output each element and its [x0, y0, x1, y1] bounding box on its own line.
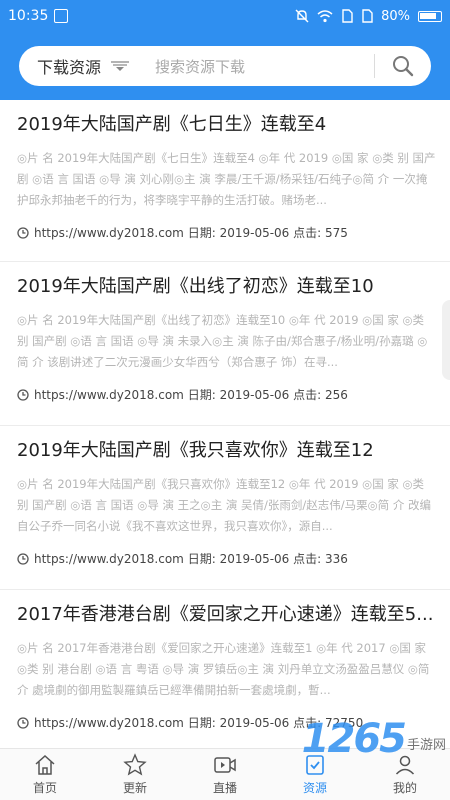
signal-icon — [362, 9, 373, 23]
tab-label: 资源 — [302, 781, 327, 795]
resource-list: 2019年大陆国产剧《七日生》连载至4 ◎片 名 2019年大陆国产剧《七日生》… — [0, 100, 450, 748]
item-date: 2019-05-06 — [219, 225, 290, 240]
tab-label: 直播 — [212, 781, 237, 795]
date-label: 日期: — [187, 716, 216, 730]
status-bar: 10:35 80% — [0, 0, 450, 32]
clicks-label: 点击: — [293, 552, 322, 566]
tab-label: 我的 — [392, 781, 417, 795]
star-icon — [123, 753, 147, 776]
search-divider — [374, 54, 375, 78]
watermark-text: 手游网 — [406, 737, 446, 753]
chevron-down-icon[interactable] — [111, 61, 130, 71]
clock-icon — [17, 716, 29, 729]
clock-icon — [17, 226, 29, 239]
item-url: https://www.dy2018.com — [34, 225, 184, 240]
video-icon — [214, 757, 236, 773]
clock-icon — [17, 388, 29, 401]
status-right: 80% — [295, 9, 442, 24]
mute-icon — [295, 9, 309, 23]
date-label: 日期: — [187, 226, 216, 240]
item-date: 2019-05-06 — [219, 387, 290, 402]
battery-percent: 80% — [381, 8, 410, 24]
clicks-label: 点击: — [293, 388, 322, 402]
item-title[interactable]: 2019年大陆国产剧《七日生》连载至4 — [17, 110, 442, 136]
item-meta: https://www.dy2018.com 日期: 2019-05-06 点击… — [17, 386, 348, 403]
list-item[interactable]: 2019年大陆国产剧《七日生》连载至4 ◎片 名 2019年大陆国产剧《七日生》… — [0, 100, 450, 262]
tab-label: 首页 — [32, 781, 57, 795]
item-description: ◎片 名 2019年大陆国产剧《七日生》连载至4 ◎年 代 2019 ◎国 家 … — [17, 151, 436, 207]
item-description: ◎片 名 2019年大陆国产剧《出线了初恋》连载至10 ◎年 代 2019 ◎国… — [17, 313, 428, 369]
tab-home[interactable]: 首页 — [0, 749, 90, 800]
search-bar: 下载资源 搜索资源下载 — [19, 46, 431, 86]
item-url: https://www.dy2018.com — [34, 715, 184, 730]
list-item[interactable]: 2019年大陆国产剧《我只喜欢你》连载至12 ◎片 名 2019年大陆国产剧《我… — [0, 426, 450, 590]
wifi-icon — [317, 10, 333, 23]
scroll-indicator[interactable] — [442, 300, 450, 380]
search-type-selector[interactable]: 下载资源 — [37, 54, 101, 78]
item-url: https://www.dy2018.com — [34, 387, 184, 402]
item-clicks: 575 — [325, 225, 348, 240]
item-url: https://www.dy2018.com — [34, 551, 184, 566]
tab-live[interactable]: 直播 — [180, 749, 270, 800]
sim-icon — [342, 9, 353, 23]
item-description: ◎片 名 2017年香港港台剧《爱回家之开心速递》连载至1 ◎年 代 2017 … — [17, 641, 430, 697]
item-meta: https://www.dy2018.com 日期: 2019-05-06 点击… — [17, 550, 348, 567]
home-icon — [35, 754, 55, 775]
battery-icon — [418, 10, 442, 22]
date-label: 日期: — [187, 552, 216, 566]
screenshot-icon — [54, 9, 69, 23]
item-title[interactable]: 2019年大陆国产剧《我只喜欢你》连载至12 — [17, 436, 442, 462]
tab-update[interactable]: 更新 — [90, 749, 180, 800]
list-item[interactable]: 2019年大陆国产剧《出线了初恋》连载至10 ◎片 名 2019年大陆国产剧《出… — [0, 262, 450, 426]
item-clicks: 256 — [325, 387, 348, 402]
search-icon[interactable] — [391, 54, 415, 78]
header: 下载资源 搜索资源下载 — [0, 32, 450, 100]
search-input[interactable]: 搜索资源下载 — [155, 56, 245, 77]
item-description: ◎片 名 2019年大陆国产剧《我只喜欢你》连载至12 ◎年 代 2019 ◎国… — [17, 477, 431, 533]
tab-label: 更新 — [122, 781, 147, 795]
item-meta: https://www.dy2018.com 日期: 2019-05-06 点击… — [17, 224, 348, 241]
watermark-logo: 1265 手游网 — [302, 716, 446, 762]
item-title[interactable]: 2017年香港港台剧《爱回家之开心速递》连载至5... — [17, 600, 442, 626]
item-title[interactable]: 2019年大陆国产剧《出线了初恋》连载至10 — [17, 272, 442, 298]
date-label: 日期: — [187, 388, 216, 402]
clock-icon — [17, 552, 29, 565]
status-time: 10:35 — [8, 8, 49, 24]
watermark-number: 1265 — [301, 716, 407, 762]
item-date: 2019-05-06 — [219, 551, 290, 566]
item-date: 2019-05-06 — [219, 715, 290, 730]
clicks-label: 点击: — [293, 226, 322, 240]
item-clicks: 336 — [325, 551, 348, 566]
